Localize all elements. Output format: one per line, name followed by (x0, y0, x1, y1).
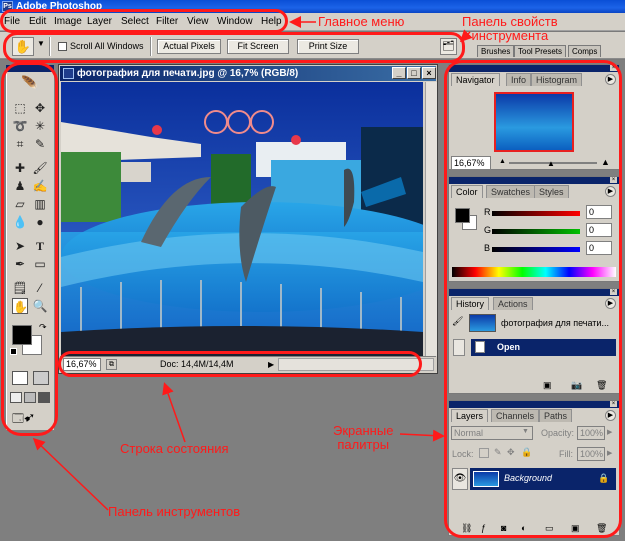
color-foreground-swatch[interactable] (455, 208, 470, 223)
annotation-arrows (32, 16, 473, 511)
arrow-options-panel (459, 29, 473, 43)
arrow-toolbox (32, 437, 109, 511)
arrow-screen-palettes (399, 429, 445, 442)
arrow-status-bar (162, 382, 186, 443)
foreground-color-swatch[interactable] (12, 325, 32, 345)
